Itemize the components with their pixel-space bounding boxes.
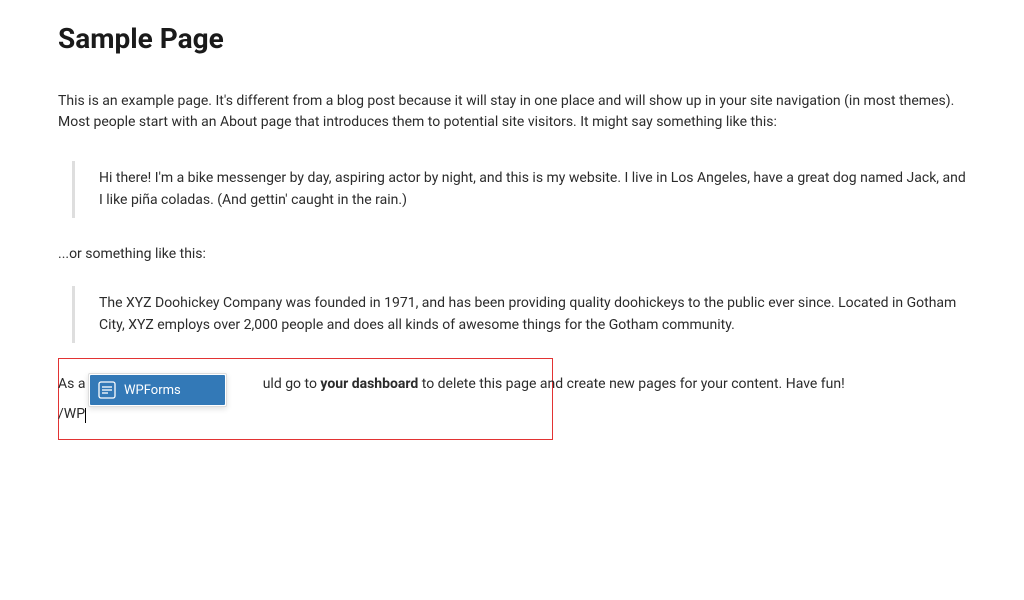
- dashboard-link[interactable]: your dashboard: [320, 376, 418, 392]
- blockquote-2[interactable]: The XYZ Doohickey Company was founded in…: [72, 286, 966, 343]
- blockquote-1-text: Hi there! I'm a bike messenger by day, a…: [99, 170, 966, 208]
- wpforms-label: WPForms: [124, 383, 181, 398]
- final-prefix: As a: [58, 376, 89, 392]
- page-title: Sample Page: [58, 22, 966, 55]
- mid-line[interactable]: ...or something like this:: [58, 246, 966, 262]
- final-suffix: to delete this page and create new pages…: [418, 376, 844, 392]
- form-icon: [98, 381, 116, 399]
- final-mid: uld go to: [263, 376, 321, 392]
- text-cursor: [85, 408, 86, 423]
- block-inserter-dropdown: WPForms: [88, 373, 227, 407]
- blockquote-2-text: The XYZ Doohickey Company was founded in…: [99, 295, 956, 333]
- typed-text: /WP: [58, 406, 85, 422]
- intro-paragraph[interactable]: This is an example page. It's different …: [58, 91, 966, 133]
- wpforms-block-option[interactable]: WPForms: [90, 375, 225, 405]
- slash-command-line[interactable]: /WP: [58, 406, 86, 422]
- blockquote-1[interactable]: Hi there! I'm a bike messenger by day, a…: [72, 161, 966, 218]
